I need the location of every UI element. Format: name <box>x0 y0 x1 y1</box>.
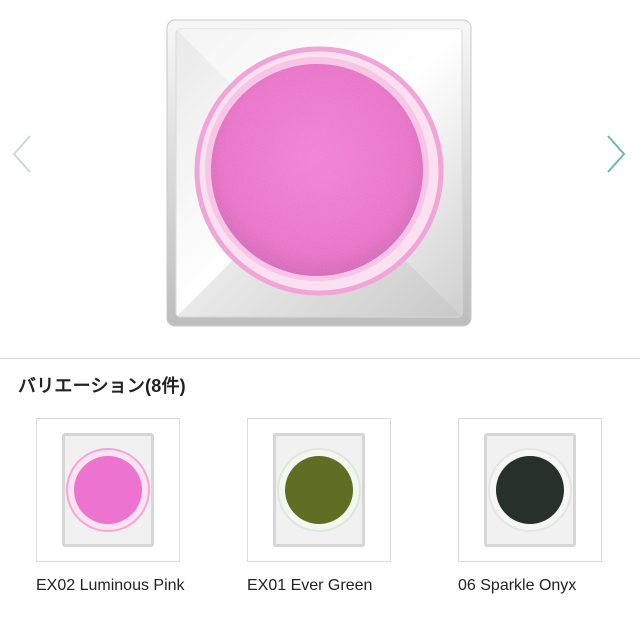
variant-thumbnail <box>36 418 180 562</box>
variant-jar-image <box>273 433 365 547</box>
variant-card[interactable]: 06 Sparkle Onyx <box>458 418 602 598</box>
variant-card[interactable]: EX01 Ever Green <box>247 418 391 598</box>
variations-heading: バリエーション(8件) <box>18 376 186 396</box>
variant-card[interactable]: EX02 Luminous Pink <box>36 418 185 598</box>
product-image <box>166 19 472 327</box>
carousel-next-button[interactable] <box>602 132 630 176</box>
variant-name: EX01 Ever Green <box>247 577 373 594</box>
variant-thumbnail <box>458 418 602 562</box>
chevron-left-icon <box>12 135 31 173</box>
variant-thumbnail <box>247 418 391 562</box>
variant-jar-image <box>62 433 154 547</box>
product-image-carousel <box>0 0 640 358</box>
chevron-right-icon <box>607 135 626 173</box>
variant-name: EX02 Luminous Pink <box>36 577 185 594</box>
variant-jar-image <box>484 433 576 547</box>
carousel-prev-button[interactable] <box>8 132 36 176</box>
variant-name: 06 Sparkle Onyx <box>458 577 577 594</box>
section-divider <box>0 358 640 359</box>
